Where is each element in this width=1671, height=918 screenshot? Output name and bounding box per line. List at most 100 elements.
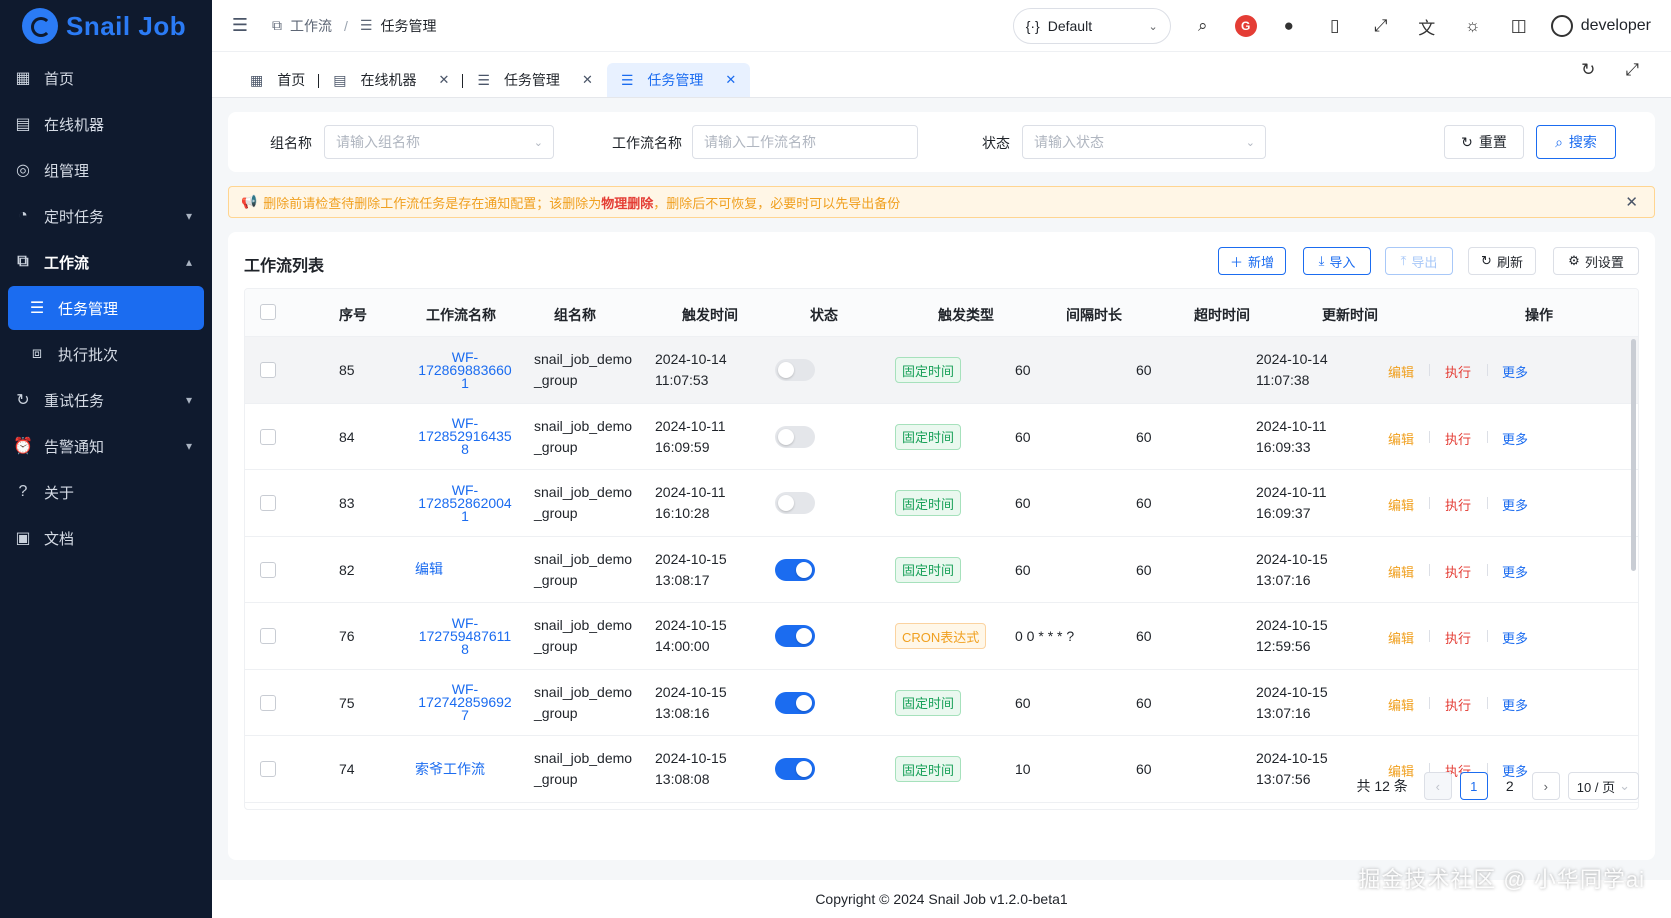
next-page-button[interactable]: › — [1531, 772, 1560, 800]
theme-sun-icon[interactable]: ☼ — [1459, 12, 1487, 40]
edit-button[interactable]: 编辑 — [1388, 495, 1414, 514]
execute-button[interactable]: 执行 — [1445, 695, 1471, 714]
refresh-button[interactable]: ↻ 刷新 — [1468, 247, 1536, 275]
search-icon[interactable]: ⌕ — [1189, 12, 1217, 40]
user-menu[interactable]: developer — [1550, 15, 1651, 37]
page-2-button[interactable]: 2 — [1496, 778, 1524, 794]
logo[interactable]: Snail Job — [0, 0, 212, 52]
status-toggle[interactable] — [775, 758, 815, 781]
workflow-name-link[interactable]: WF- 172852916435 8 — [415, 416, 515, 456]
more-button[interactable]: 更多 — [1502, 628, 1528, 647]
column-settings-button[interactable]: ⚙ 列设置 — [1553, 247, 1639, 275]
workflow-name-link[interactable]: WF- 172869883660 1 — [415, 350, 515, 390]
edit-button[interactable]: 编辑 — [1388, 628, 1414, 647]
breadcrumb-item[interactable]: 工作流 — [290, 16, 332, 36]
export-button[interactable]: ⤒ 导出 — [1385, 247, 1453, 275]
status-toggle[interactable] — [775, 625, 815, 648]
reload-icon[interactable]: ↻ — [1581, 60, 1595, 80]
workflow-name-link[interactable]: WF- 172759487611 8 — [415, 616, 515, 656]
select-all-checkbox[interactable] — [260, 304, 276, 320]
execute-button[interactable]: 执行 — [1445, 628, 1471, 647]
tab-label: 首页 — [277, 72, 306, 88]
reset-button[interactable]: ↻ 重置 — [1444, 125, 1524, 159]
table-row[interactable]: 83 WF- 172852862004 1 snail_job_demo _group 20… — [245, 470, 1638, 537]
edit-button[interactable]: 编辑 — [1388, 695, 1414, 714]
trigger-time-line: 16:10:28 — [655, 505, 710, 522]
sidebar-item-batches[interactable]: ⧈ 执行批次 — [8, 332, 204, 376]
sidebar-item-workflow[interactable]: ⧉ 工作流 ▴ — [8, 240, 204, 284]
breadcrumb-current[interactable]: 任务管理 — [380, 16, 436, 36]
close-icon[interactable]: ✕ — [1625, 193, 1638, 211]
row-checkbox[interactable] — [260, 628, 276, 645]
tab-home[interactable]: ▦ 首页 — [236, 63, 320, 97]
row-checkbox[interactable] — [260, 761, 276, 778]
group-select[interactable]: 请输入组名称 ⌄ — [324, 125, 554, 159]
more-button[interactable]: 更多 — [1502, 429, 1528, 448]
more-button[interactable]: 更多 — [1502, 562, 1528, 581]
status-toggle[interactable] — [775, 359, 815, 382]
status-select[interactable]: 请输入状态 ⌄ — [1022, 125, 1266, 159]
table-row[interactable]: 84 WF- 172852916435 8 snail_job_demo _group 20… — [245, 404, 1638, 470]
import-button[interactable]: ⤓ 导入 — [1303, 247, 1371, 275]
table-row[interactable]: 75 WF- 172742859692 7 snail_job_demo _group 20… — [245, 670, 1638, 736]
sidebar-item-docs[interactable]: ▣ 文档 — [8, 516, 204, 560]
sidebar-item-retry[interactable]: ↻ 重试任务 ▾ — [8, 378, 204, 422]
row-checkbox[interactable] — [260, 428, 276, 445]
add-button[interactable]: ＋ 新增 — [1218, 247, 1286, 275]
page-size-select[interactable]: 10 / 页 ⌄ — [1567, 772, 1639, 800]
more-button[interactable]: 更多 — [1502, 362, 1528, 381]
execute-button[interactable]: 执行 — [1445, 429, 1471, 448]
row-checkbox[interactable] — [260, 561, 276, 578]
workflow-name-link[interactable]: WF- 172742859692 7 — [415, 682, 515, 722]
edit-button[interactable]: 编辑 — [1388, 429, 1414, 448]
sidebar-item-scheduled-jobs[interactable]: ◔ 定时任务 ▾ — [8, 194, 204, 238]
search-button[interactable]: ⌕ 搜索 — [1536, 125, 1616, 159]
workflow-name-link[interactable]: 索爷工作流 — [415, 762, 485, 776]
more-button[interactable]: 更多 — [1502, 695, 1528, 714]
status-toggle[interactable] — [775, 691, 815, 714]
sidebar-item-alarms[interactable]: ⏰ 告警通知 ▾ — [8, 424, 204, 468]
execute-button[interactable]: 执行 — [1445, 362, 1471, 381]
group-name-line: _group — [534, 771, 578, 788]
table-row[interactable]: 76 WF- 172759487611 8 snail_job_demo _group 20… — [245, 603, 1638, 670]
github-icon[interactable]: ● — [1275, 12, 1303, 40]
status-toggle[interactable] — [775, 492, 815, 515]
menu-collapse-icon[interactable]: ☰ — [218, 15, 262, 36]
sidebar-item-task-management[interactable]: ☰ 任务管理 — [8, 286, 204, 330]
sidebar-item-machines[interactable]: ▤ 在线机器 — [8, 102, 204, 146]
close-icon[interactable]: ✕ — [438, 72, 449, 88]
table-row[interactable]: 82 编辑 snail_job_demo _group 2024-10-15 13:08:… — [245, 537, 1638, 603]
workflow-name-link[interactable]: 编辑 — [415, 562, 443, 576]
close-icon[interactable]: ✕ — [582, 72, 593, 88]
prev-page-button[interactable]: ‹ — [1423, 772, 1452, 800]
edit-button[interactable]: 编辑 — [1388, 362, 1414, 381]
row-checkbox[interactable] — [260, 694, 276, 711]
execute-button[interactable]: 执行 — [1445, 562, 1471, 581]
namespace-select[interactable]: {·} Default ⌄ — [1012, 8, 1171, 44]
tab-task-management-scheduled[interactable]: ☰ 任务管理 ✕ — [463, 63, 606, 97]
more-button[interactable]: 更多 — [1502, 495, 1528, 514]
status-toggle[interactable] — [775, 425, 815, 448]
doc-search-icon[interactable]: ▯ — [1321, 12, 1349, 40]
sidebar-item-about[interactable]: ? 关于 — [8, 470, 204, 514]
table-row[interactable]: 85 WF- 172869883660 1 snail_job_demo _group 20… — [245, 337, 1638, 404]
workflow-name-input[interactable]: 请输入工作流名称 — [692, 125, 918, 159]
row-checkbox[interactable] — [260, 362, 276, 379]
sidebar-item-home[interactable]: ▦ 首页 — [8, 56, 204, 100]
workflow-name-link[interactable]: WF- 172852862004 1 — [415, 483, 515, 523]
language-icon[interactable]: 文 — [1413, 12, 1441, 40]
fullscreen-icon[interactable]: ⤢ — [1367, 12, 1395, 40]
table-scrollbar[interactable] — [1631, 339, 1636, 571]
gitee-icon[interactable]: G — [1234, 15, 1257, 37]
edit-button[interactable]: 编辑 — [1388, 562, 1414, 581]
execute-button[interactable]: 执行 — [1445, 495, 1471, 514]
tab-task-management-workflow[interactable]: ☰ 任务管理 ✕ — [606, 63, 751, 97]
status-toggle[interactable] — [775, 558, 815, 581]
theme-config-icon[interactable]: ◫ — [1505, 12, 1533, 40]
tab-machines[interactable]: ▤ 在线机器 ✕ — [319, 63, 464, 97]
close-icon[interactable]: ✕ — [725, 72, 736, 88]
sidebar-item-groups[interactable]: ◎ 组管理 — [8, 148, 204, 192]
page-1-button[interactable]: 1 — [1459, 772, 1488, 800]
row-checkbox[interactable] — [260, 495, 276, 512]
fullscreen-icon[interactable]: ⤢ — [1625, 60, 1639, 80]
